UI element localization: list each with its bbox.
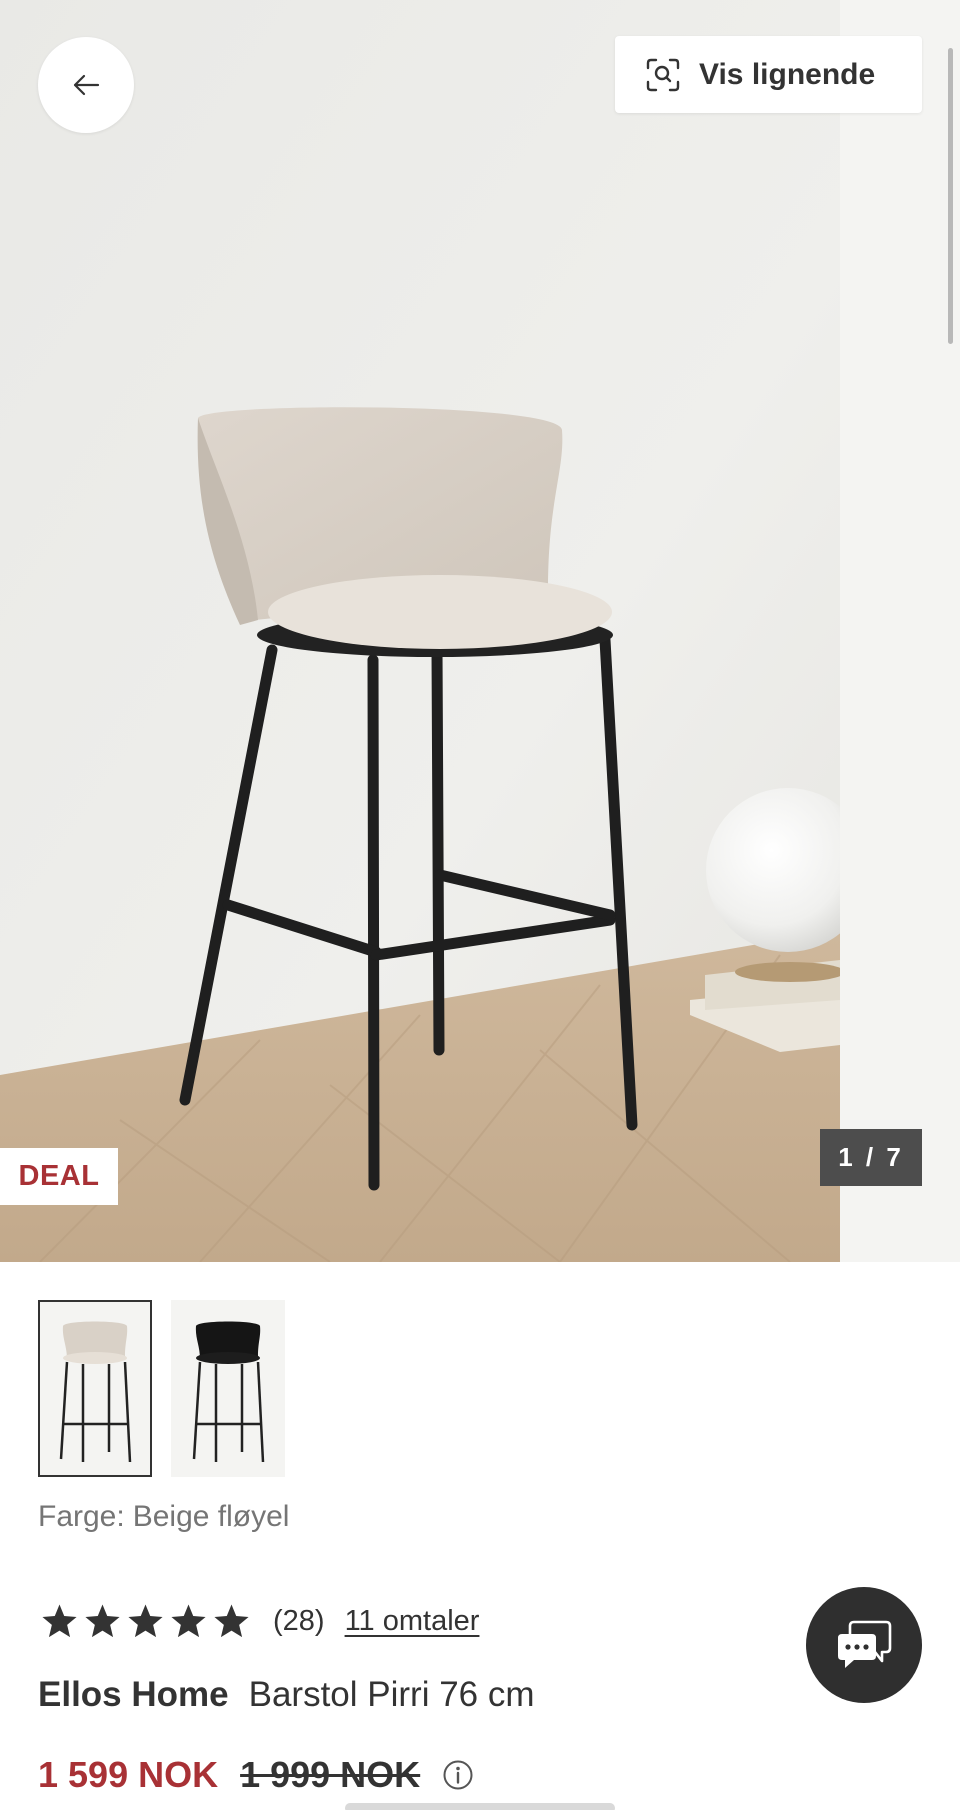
product-title: Ellos Home Barstol Pirri 76 cm (38, 1675, 535, 1715)
rating-row[interactable]: (28) 11 omtaler (40, 1598, 479, 1644)
rating-count: (28) (273, 1604, 325, 1637)
thumbnail-black-image (192, 1321, 265, 1462)
scrollbar[interactable] (948, 48, 953, 344)
star-rating (40, 1602, 251, 1641)
deal-badge-text: DEAL (18, 1160, 100, 1192)
selected-color: Farge: Beige fløyel (38, 1500, 289, 1534)
price-row: 1 599 NOK 1 999 NOK (38, 1754, 474, 1796)
reviews-link[interactable]: 11 omtaler (345, 1605, 480, 1638)
variant-thumbnails (38, 1300, 285, 1477)
chat-icon (838, 1620, 892, 1668)
star-icon (214, 1603, 249, 1637)
info-icon[interactable] (442, 1759, 474, 1791)
show-similar-label: Vis lignende (699, 57, 876, 91)
thumbnail-beige[interactable] (38, 1300, 152, 1477)
product-page: Vis lignende DEAL 1 / 7 Farge: Beige flø… (0, 0, 960, 1810)
deal-badge: DEAL (0, 1148, 118, 1205)
product-name: Barstol Pirri 76 cm (248, 1675, 535, 1714)
back-button[interactable] (38, 37, 134, 133)
visual-search-icon (646, 58, 680, 91)
color-label: Farge: (38, 1500, 125, 1533)
brand-name[interactable]: Ellos Home (38, 1675, 229, 1715)
star-icon (85, 1603, 120, 1637)
image-gallery[interactable]: Vis lignende DEAL 1 / 7 (0, 0, 960, 1262)
product-image[interactable] (0, 0, 840, 1262)
home-indicator (345, 1803, 615, 1810)
image-counter: 1 / 7 (820, 1129, 922, 1186)
color-value: Beige fløyel (132, 1500, 290, 1533)
star-icon (171, 1603, 206, 1637)
next-image-peek[interactable] (840, 0, 960, 1262)
star-icon (42, 1603, 77, 1637)
arrow-left-icon (73, 74, 100, 96)
thumbnail-beige-image (59, 1321, 132, 1462)
original-price: 1 999 NOK (240, 1754, 421, 1795)
show-similar-button[interactable]: Vis lignende (615, 36, 922, 113)
chat-button[interactable] (806, 1587, 922, 1703)
thumbnail-black[interactable] (171, 1300, 285, 1477)
current-price: 1 599 NOK (38, 1754, 219, 1795)
star-icon (128, 1603, 163, 1637)
